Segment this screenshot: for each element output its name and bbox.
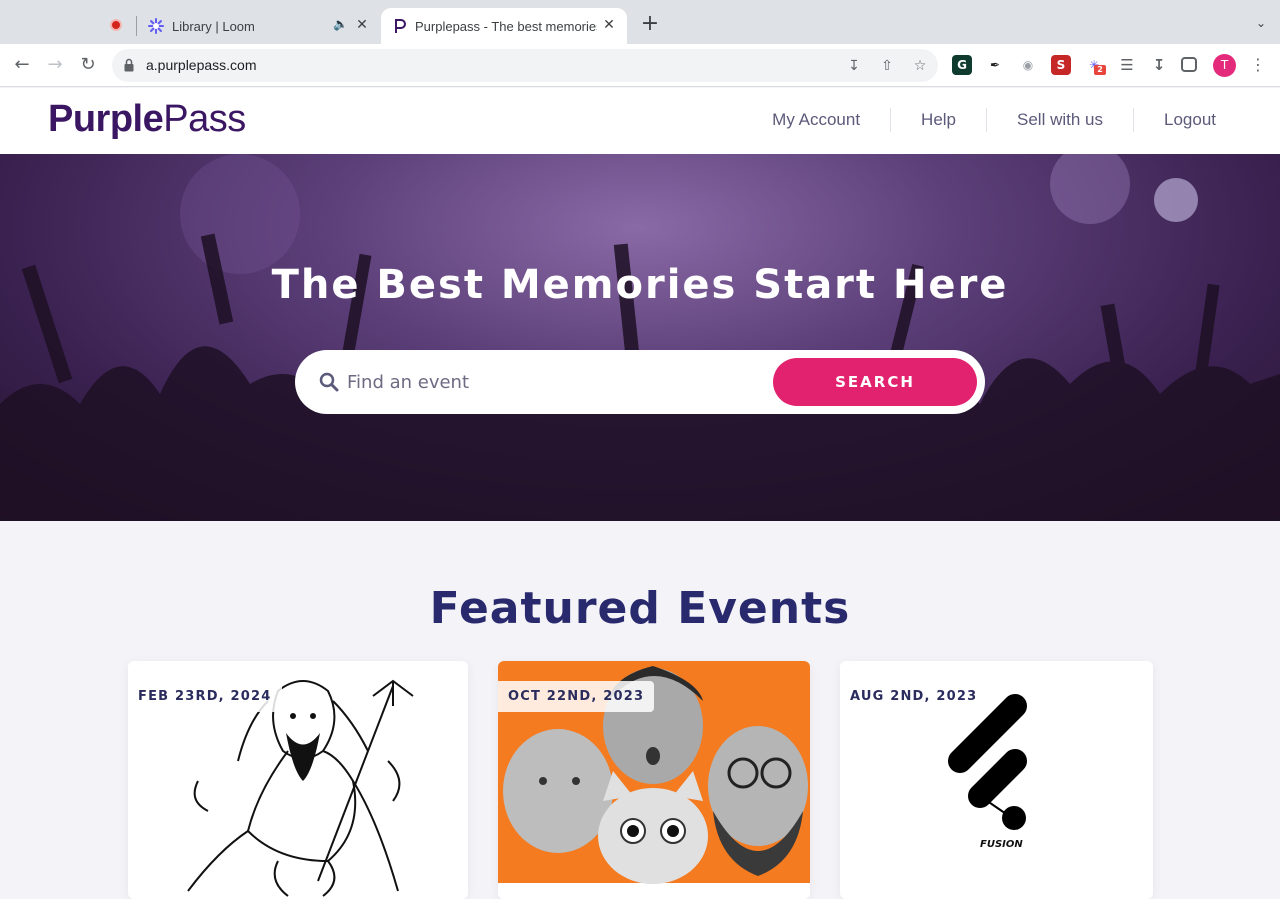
nav-help[interactable]: Help [890, 108, 986, 132]
reload-button[interactable]: ↻ [77, 54, 99, 76]
extension-badge: 2 [1094, 65, 1106, 75]
extensions-puzzle-icon[interactable]: ☰ [1117, 55, 1137, 75]
downloads-icon[interactable]: ↧ [1149, 55, 1169, 75]
side-panel-icon[interactable] [1181, 57, 1197, 72]
extension-loom-icon[interactable]: ✳ 2 [1084, 55, 1106, 75]
nav-logout[interactable]: Logout [1133, 108, 1232, 132]
site-header: PurplePass My Account Help Sell with us … [0, 88, 1280, 154]
purplepass-logo[interactable]: PurplePass [48, 98, 246, 141]
browser-tab-bar: Library | Loom 🔈 ✕ Purplepass - The best… [0, 0, 1280, 44]
close-tab-icon[interactable]: ✕ [601, 17, 617, 33]
extension-camera-icon[interactable]: ◉ [1018, 55, 1038, 75]
browser-toolbar: ← → ↻ a.purplepass.com ↧ ⇧ ☆ G ✒ ◉ S ✳ 2… [0, 44, 1280, 87]
main-nav: My Account Help Sell with us Logout [742, 108, 1232, 132]
nav-my-account[interactable]: My Account [742, 108, 890, 132]
url-text[interactable]: a.purplepass.com [146, 57, 257, 73]
recording-icon[interactable] [110, 19, 122, 31]
install-app-icon[interactable]: ↧ [844, 56, 864, 76]
tab-loom-library[interactable]: Library | Loom 🔈 ✕ [140, 8, 380, 44]
extension-grammarly-icon[interactable]: G [952, 55, 972, 75]
close-tab-icon[interactable]: ✕ [354, 17, 370, 33]
extension-s-icon[interactable]: S [1051, 55, 1071, 75]
tab-search-chevron-icon[interactable]: ⌄ [1256, 16, 1266, 30]
hero-banner: The Best Memories Start Here SEARCH [0, 154, 1280, 521]
fusion-logo-text: FUSION [980, 839, 1023, 850]
logo-text-purple: Purple [48, 98, 164, 140]
event-date-badge: AUG 2ND, 2023 [840, 681, 988, 712]
purplepass-favicon [395, 19, 406, 33]
tab-title: Library | Loom [172, 18, 255, 34]
forward-button[interactable]: → [44, 54, 66, 76]
featured-events-heading: Featured Events [429, 583, 851, 634]
search-button[interactable]: SEARCH [773, 358, 977, 406]
event-date-badge: FEB 23RD, 2024 [128, 681, 282, 712]
tab-purplepass[interactable]: Purplepass - The best memories ✕ [381, 8, 627, 44]
event-card[interactable]: FEB 23RD, 2024 [128, 661, 468, 899]
event-search-bar: SEARCH [295, 350, 985, 414]
logo-text-pass: Pass [163, 98, 246, 140]
browser-menu-icon[interactable]: ⋮ [1250, 54, 1266, 76]
nav-sell-with-us[interactable]: Sell with us [986, 108, 1133, 132]
event-card[interactable]: OCT 22ND, 2023 [498, 661, 810, 899]
new-tab-button[interactable]: + [638, 13, 662, 37]
address-bar[interactable]: a.purplepass.com ↧ ⇧ ☆ [112, 49, 938, 82]
bookmark-star-icon[interactable]: ☆ [910, 56, 930, 76]
share-icon[interactable]: ⇧ [877, 56, 897, 76]
concert-crowd-image [0, 154, 1280, 521]
event-search-input[interactable] [347, 364, 747, 400]
loom-icon [148, 18, 164, 34]
profile-avatar[interactable]: T [1213, 54, 1236, 77]
tab-title: Purplepass - The best memories [415, 18, 597, 34]
extension-eyedropper-icon[interactable]: ✒ [985, 55, 1005, 75]
event-date-badge: OCT 22ND, 2023 [498, 681, 655, 712]
lock-icon[interactable] [124, 58, 134, 72]
hero-title: The Best Memories Start Here [271, 262, 1009, 308]
back-button[interactable]: ← [11, 54, 33, 76]
speaker-icon[interactable]: 🔈 [333, 17, 348, 31]
tab-separator [136, 16, 137, 36]
search-icon [319, 372, 339, 392]
event-card[interactable]: AUG 2ND, 2023 FUSION [840, 661, 1153, 899]
